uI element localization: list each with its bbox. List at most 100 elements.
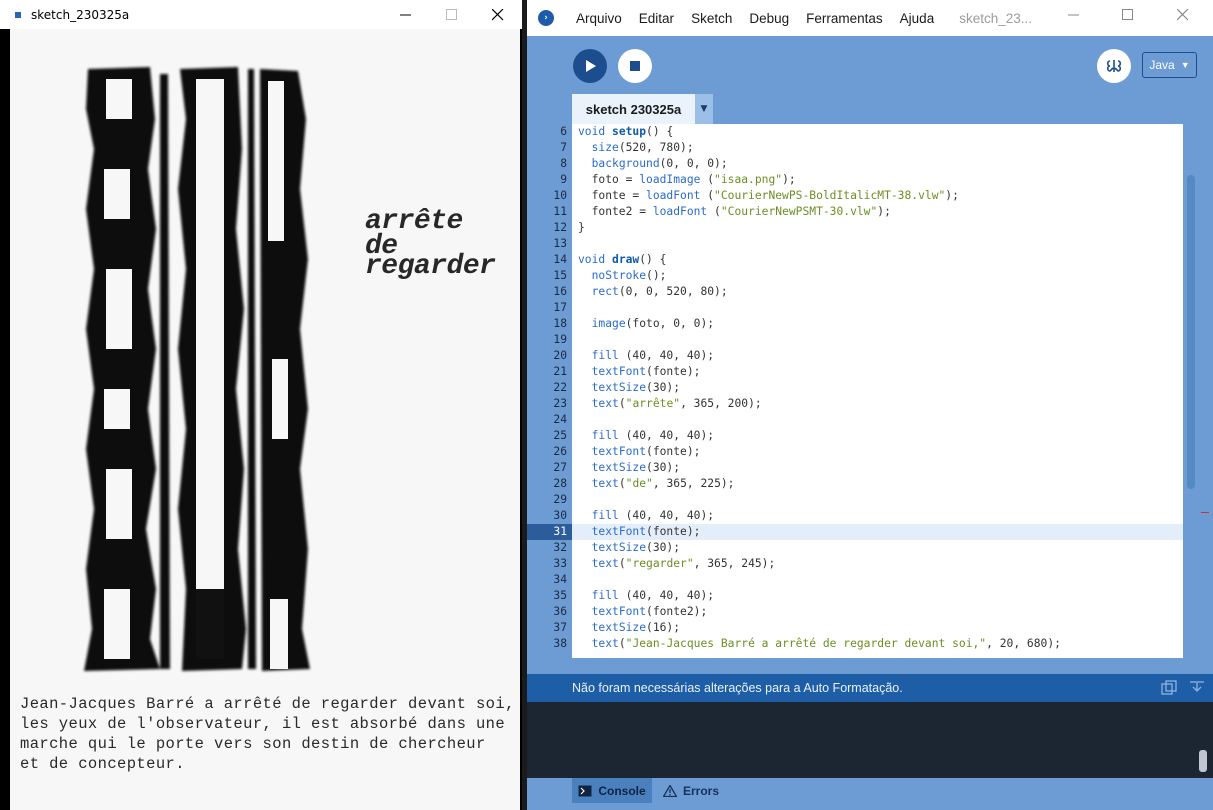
stop-button[interactable] (618, 49, 652, 83)
console-scroll-thumb[interactable] (1199, 750, 1207, 772)
code-line[interactable]: 16 rect(0, 0, 520, 80); (527, 284, 1183, 300)
code-line[interactable]: 17 (527, 300, 1183, 316)
code-line[interactable]: 11 fonte2 = loadFont ("CourierNewPSMT-30… (527, 204, 1183, 220)
mode-label: Java (1149, 58, 1175, 72)
status-bar: Não foram necessárias alterações para a … (527, 674, 1213, 702)
play-icon (586, 60, 596, 72)
close-button[interactable] (475, 0, 521, 29)
tab-menu-button[interactable]: ▼ (695, 94, 713, 124)
code-line[interactable]: 37 textSize(16); (527, 620, 1183, 636)
line-number: 28 (527, 476, 572, 492)
error-marker (1201, 512, 1209, 513)
code-line[interactable]: 35 fill (40, 40, 40); (527, 588, 1183, 604)
line-number: 10 (527, 188, 572, 204)
code-lines: 6 void setup() {7 size(520, 780); 8 backgr… (527, 124, 1183, 652)
run-button[interactable] (573, 49, 607, 83)
code-line[interactable]: 22 textSize(30); (527, 380, 1183, 396)
errors-tab-label: Errors (683, 783, 720, 798)
menu-editar[interactable]: Editar (639, 11, 674, 26)
menu-arquivo[interactable]: Arquivo (576, 11, 622, 26)
minimize-icon (1068, 14, 1079, 15)
line-number: 12 (527, 220, 572, 236)
code-line[interactable]: 33 text("regarder", 365, 245); (527, 556, 1183, 572)
code-line[interactable]: 7 size(520, 780); (527, 140, 1183, 156)
sketch-canvas: arrête de regarder Jean-Jacques Barré a … (0, 29, 522, 810)
errors-tab[interactable]: Errors (663, 778, 733, 803)
line-number: 14 (527, 252, 572, 268)
code-line[interactable]: 32 textSize(30); (527, 540, 1183, 556)
code-line[interactable]: 13 (527, 236, 1183, 252)
code-text: textFont(fonte); (591, 525, 701, 538)
code-line[interactable]: 23 text("arrête", 365, 200); (527, 396, 1183, 412)
code-editor[interactable]: 6 void setup() {7 size(520, 780); 8 backgr… (527, 124, 1183, 658)
code-text: image(foto, 0, 0); (591, 317, 715, 330)
code-line[interactable]: 28 text("de", 365, 225); (527, 476, 1183, 492)
mode-dropdown[interactable]: Java ▼ (1142, 52, 1197, 78)
ide-maximize-button[interactable] (1105, 0, 1151, 29)
code-line[interactable]: 14 void draw() { (527, 252, 1183, 268)
code-text: fonte2 = loadFont ("CourierNewPSMT-30.vl… (578, 205, 891, 218)
warning-icon (663, 784, 677, 797)
menu-ajuda[interactable]: Ajuda (900, 11, 935, 26)
code-line[interactable]: 26 textFont(fonte); (527, 444, 1183, 460)
code-line[interactable]: 36 textFont(fonte2); (527, 604, 1183, 620)
menu-sketch[interactable]: Sketch (691, 11, 732, 26)
ide-window-title: sketch_23... (959, 10, 1032, 26)
code-text: size(520, 780); (591, 141, 694, 154)
line-number: 31 (527, 524, 572, 540)
line-number: 19 (527, 332, 572, 348)
code-line[interactable]: 18 image(foto, 0, 0); (527, 316, 1183, 332)
menu-ferramentas[interactable]: Ferramentas (806, 11, 883, 26)
code-line[interactable]: 6 void setup() { (527, 124, 1183, 140)
code-line[interactable]: 15 noStroke(); (527, 268, 1183, 284)
code-line[interactable]: 21 textFont(fonte); (527, 364, 1183, 380)
line-number: 13 (527, 236, 572, 252)
code-line[interactable]: 34 (527, 572, 1183, 588)
code-line[interactable]: 27 textSize(30); (527, 460, 1183, 476)
code-text: textSize(30); (591, 461, 681, 474)
sketch-window: sketch_230325a arrête de regarder Jean-J… (0, 0, 522, 810)
processing-logo-icon: › (538, 10, 554, 26)
ide-close-button[interactable] (1160, 0, 1206, 29)
butterfly-debug-icon (1106, 60, 1122, 72)
close-icon (1177, 8, 1189, 20)
code-line[interactable]: 29 (527, 492, 1183, 508)
code-line[interactable]: 12} (527, 220, 1183, 236)
ide-minimize-button[interactable] (1051, 0, 1097, 29)
debug-button[interactable] (1097, 49, 1131, 83)
line-number: 25 (527, 428, 572, 444)
copy-icon[interactable] (1161, 680, 1177, 696)
code-line[interactable]: 20 fill (40, 40, 40); (527, 348, 1183, 364)
console-tab[interactable]: Console (572, 778, 652, 803)
line-number: 22 (527, 380, 572, 396)
minimize-icon (400, 14, 411, 15)
editor-scroll-thumb[interactable] (1187, 175, 1195, 489)
code-line[interactable]: 10 fonte = loadFont ("CourierNewPS-BoldI… (527, 188, 1183, 204)
console-panel[interactable] (527, 702, 1213, 778)
line-number: 7 (527, 140, 572, 156)
code-text: fill (40, 40, 40); (591, 509, 715, 522)
code-line[interactable]: 38 text("Jean-Jacques Barré a arrêté de … (527, 636, 1183, 652)
code-text: textFont(fonte); (591, 365, 701, 378)
code-line[interactable]: 30 fill (40, 40, 40); (527, 508, 1183, 524)
code-line[interactable]: 19 (527, 332, 1183, 348)
close-icon (492, 8, 504, 20)
code-text: textFont(fonte2); (591, 605, 708, 618)
collapse-console-icon[interactable] (1189, 680, 1205, 696)
line-number: 16 (527, 284, 572, 300)
code-text: void setup() { (578, 125, 674, 138)
caption-line: Jean-Jacques Barré a arrêté de regarder … (20, 695, 515, 713)
line-number: 24 (527, 412, 572, 428)
sketch-window-title: sketch_230325a (31, 7, 130, 22)
maximize-button[interactable] (429, 0, 475, 29)
code-line[interactable]: 25 fill (40, 40, 40); (527, 428, 1183, 444)
ide-menubar: › Arquivo Editar Sketch Debug Ferramenta… (527, 0, 1213, 36)
code-line[interactable]: 9 foto = loadImage ("isaa.png"); (527, 172, 1183, 188)
minimize-button[interactable] (383, 0, 429, 29)
menu-debug[interactable]: Debug (749, 11, 789, 26)
code-line[interactable]: 31 textFont(fonte); (527, 524, 1183, 540)
code-line[interactable]: 8 background(0, 0, 0); (527, 156, 1183, 172)
line-number: 20 (527, 348, 572, 364)
tab-sketch[interactable]: sketch 230325a (572, 94, 695, 124)
code-line[interactable]: 24 (527, 412, 1183, 428)
